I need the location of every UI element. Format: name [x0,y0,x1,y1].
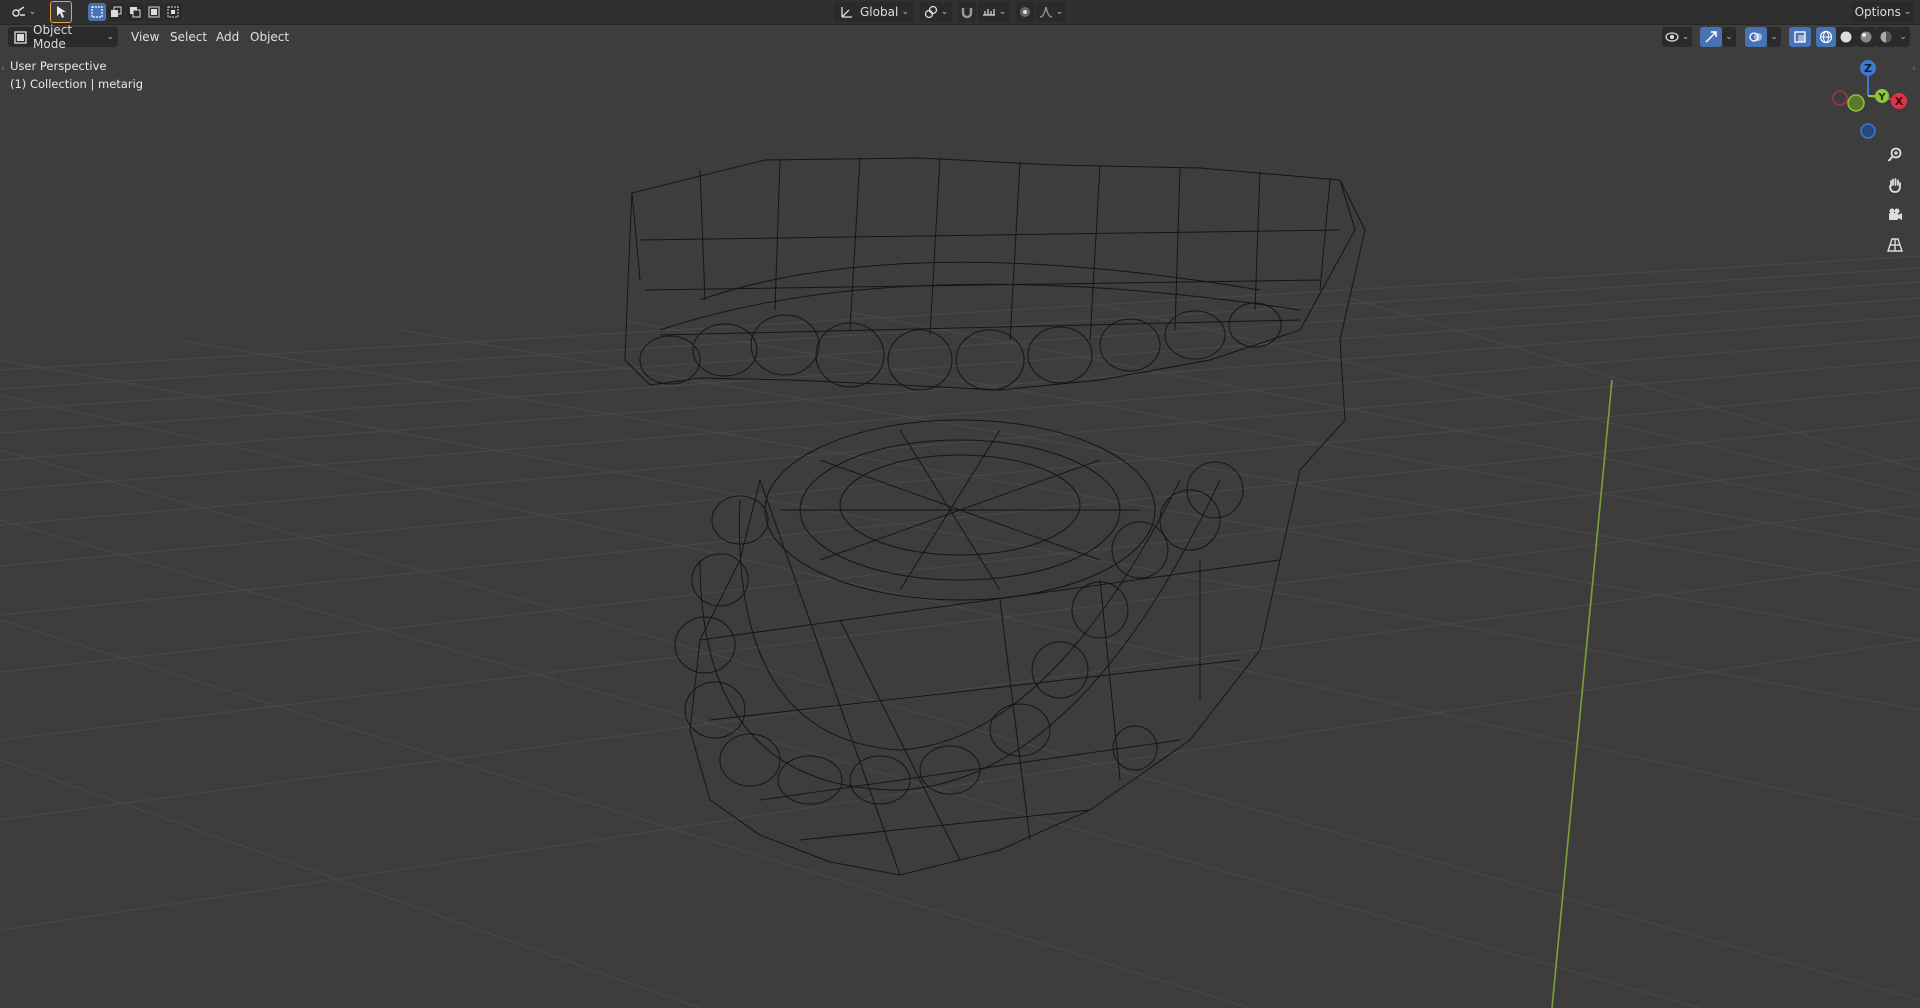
pan-button[interactable] [1882,172,1908,198]
snap-target-dropdown[interactable]: ⌄ [978,2,1010,22]
material-sphere-icon [1859,30,1873,44]
gizmo-neg-y[interactable] [1847,94,1865,112]
hand-icon [1887,177,1903,193]
select-new-icon [91,6,103,18]
chevron-down-icon: ⌄ [1681,32,1690,42]
active-collection-label: (1) Collection | metarig [10,77,144,91]
falloff-curve-icon [1039,5,1053,19]
object-mode-icon [14,30,27,44]
snap-toggle[interactable] [958,2,976,22]
grid-perspective-icon [1887,237,1903,253]
overlays-dropdown[interactable]: ⌄ [1767,27,1781,47]
overlays-circles-icon [1749,30,1763,44]
camera-icon [1887,207,1903,223]
chevron-down-icon: ⌄ [998,7,1007,17]
navigation-gizmo[interactable]: Z Y X [1826,56,1912,142]
xray-icon [1793,30,1807,44]
gizmo-dropdown[interactable]: ⌄ [1722,27,1736,47]
select-intersect-icon [167,6,179,18]
editor-type-icon [12,6,26,18]
pivot-point-dropdown[interactable]: ⌄ [920,2,952,22]
cursor-arrow-icon [56,6,66,18]
chevron-down-icon: ⌄ [1055,7,1064,17]
shading-dropdown[interactable]: ⌄ [1896,27,1910,47]
chevron-down-icon: ⌄ [901,7,909,17]
overlays-toggle[interactable] [1745,27,1767,47]
chevron-down-icon: ⌄ [28,7,37,17]
select-extend-icon [110,6,122,18]
mode-value: Object Mode [33,23,73,51]
gizmo-neg-x[interactable] [1832,90,1848,106]
eye-icon [1665,31,1679,43]
proportional-falloff-dropdown[interactable]: ⌄ [1036,2,1066,22]
menu-object[interactable]: Object [246,27,293,47]
transform-orientation-value: Global [860,5,899,19]
chevron-down-icon: ⌄ [1770,32,1778,42]
wireframe-sphere-icon [1819,30,1833,44]
viewport-header: Object Mode ⌄ View Select Add Object ⌄ ⌄… [0,23,1920,51]
wireframe-mesh [624,157,1366,876]
select-subtract-icon [129,6,141,18]
chevron-down-icon: ⌄ [940,7,949,17]
transform-orientation-dropdown[interactable]: Global ⌄ [834,2,914,22]
select-mode-invert-button[interactable] [145,3,163,21]
magnifier-icon [1887,147,1903,163]
3d-viewport[interactable] [0,0,1920,1008]
editor-type-button[interactable]: ⌄ [8,2,40,22]
top-toolbar: ⌄ Global ⌄ ⌄ ⌄ ⌄ Options ⌄ [0,0,1920,25]
shading-solid-button[interactable] [1836,27,1856,47]
xray-toggle[interactable] [1789,27,1811,47]
options-label: Options [1854,5,1901,19]
chevron-down-icon: ⌄ [106,32,114,42]
snap-increment-icon [982,5,996,19]
pivot-point-icon [924,5,938,19]
proportional-editing-icon [1018,5,1032,19]
chevron-down-icon: ⌄ [1903,7,1912,17]
camera-view-button[interactable] [1882,202,1908,228]
select-tool-button[interactable] [50,1,72,23]
shading-wireframe-button[interactable] [1816,27,1836,47]
gizmo-toggle[interactable] [1700,27,1722,47]
proportional-editing-toggle[interactable] [1016,2,1034,22]
menu-view[interactable]: View [127,27,163,47]
zoom-button[interactable] [1882,142,1908,168]
options-dropdown[interactable]: Options ⌄ [1852,2,1914,22]
floor-grid [0,255,1920,1008]
solid-sphere-icon [1839,30,1853,44]
select-mode-new-button[interactable] [88,3,106,21]
rendered-sphere-icon [1879,30,1893,44]
chevron-down-icon: ⌄ [1899,32,1907,42]
menu-add[interactable]: Add [212,27,243,47]
select-invert-icon [148,6,160,18]
select-mode-subtract-button[interactable] [126,3,144,21]
gizmo-arrow-icon [1704,30,1718,44]
select-mode-extend-button[interactable] [107,3,125,21]
shading-rendered-button[interactable] [1876,27,1896,47]
select-mode-intersect-button[interactable] [164,3,182,21]
perspective-toggle-button[interactable] [1882,232,1908,258]
magnet-icon [960,5,974,19]
gizmo-z-label: Z [1864,62,1872,75]
visibility-dropdown[interactable]: ⌄ [1662,27,1692,47]
chevron-down-icon: ⌄ [1725,32,1733,42]
gizmo-y-label: Y [1877,92,1886,103]
mode-dropdown[interactable]: Object Mode ⌄ [8,23,118,51]
toolbar-expand-arrow[interactable]: › [1,64,5,74]
shading-material-button[interactable] [1856,27,1876,47]
gizmo-neg-z[interactable] [1860,123,1876,139]
gizmo-x-label: X [1895,95,1904,108]
sidebar-expand-arrow[interactable]: ‹ [1912,64,1916,74]
view-perspective-label: User Perspective [10,59,107,73]
orientation-axes-icon [840,5,854,19]
menu-select[interactable]: Select [166,27,211,47]
